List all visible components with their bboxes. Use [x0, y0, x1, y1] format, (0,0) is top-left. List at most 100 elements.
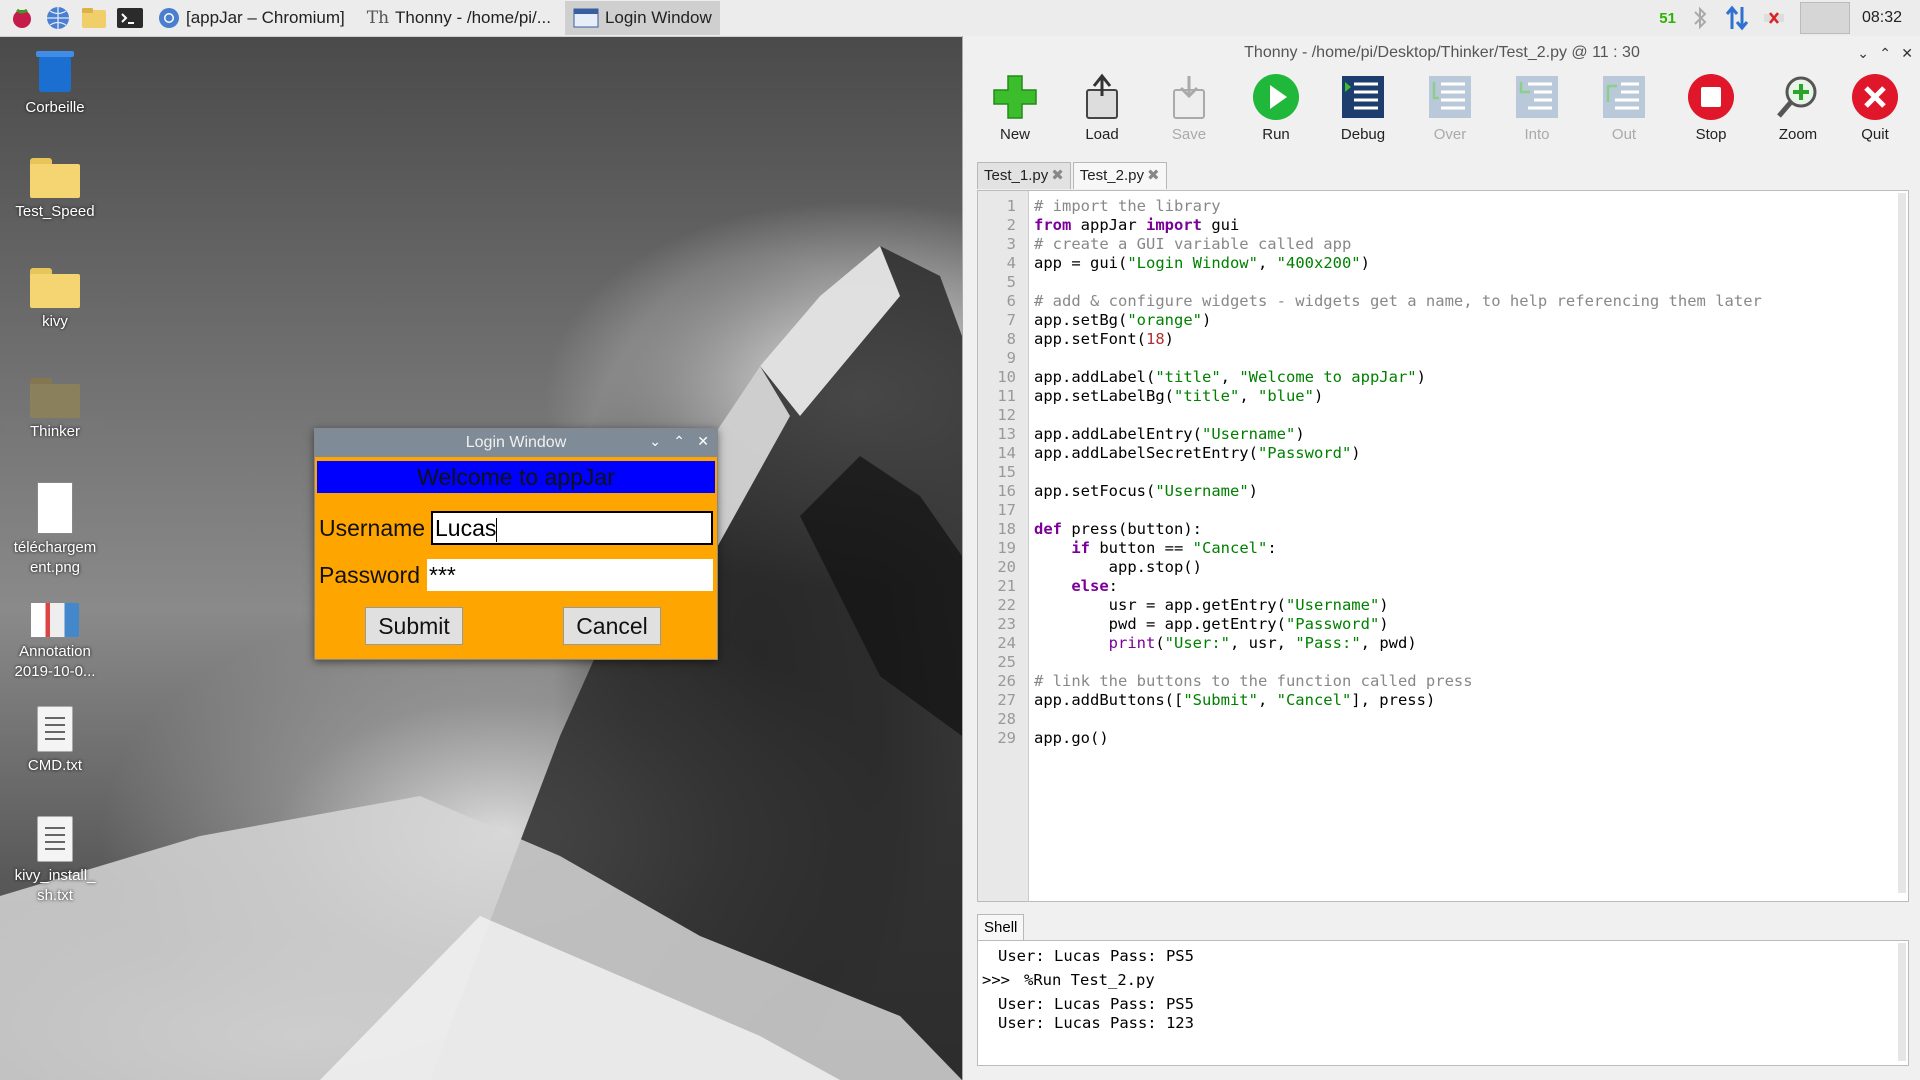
code-line[interactable]: pwd = app.getEntry("Password")	[1034, 615, 1389, 634]
tab-test-1[interactable]: Test_1.py ✖	[977, 162, 1071, 189]
tab-label: Test_2.py	[1079, 167, 1145, 184]
clock[interactable]: 08:32	[1862, 9, 1902, 27]
line-number: 7	[1006, 311, 1016, 329]
browser-launcher-icon[interactable]	[44, 4, 72, 32]
thonny-titlebar[interactable]: Thonny - /home/pi/Desktop/Thinker/Test_2…	[963, 36, 1920, 70]
code-line[interactable]: app.stop()	[1034, 558, 1202, 577]
run-button[interactable]: Run	[1236, 72, 1316, 143]
save-button[interactable]: Save	[1149, 72, 1229, 143]
code-line[interactable]: app.addLabelSecretEntry("Password")	[1034, 444, 1361, 463]
line-number: 23	[997, 615, 1016, 633]
tab-test-2[interactable]: Test_2.py ✖	[1072, 162, 1167, 189]
file-manager-icon[interactable]	[80, 4, 108, 32]
task-login-window[interactable]: Login Window	[564, 1, 720, 35]
line-number: 18	[997, 520, 1016, 538]
close-icon[interactable]: ✕	[697, 433, 709, 450]
step-out-button[interactable]: Out	[1584, 72, 1664, 143]
maximize-icon[interactable]: ⌃	[1879, 45, 1891, 62]
raspberry-menu-icon[interactable]	[8, 4, 36, 32]
desktop-icon-test-speed[interactable]: Test_Speed	[5, 158, 105, 222]
desktop-icon-trash[interactable]: Corbeille	[5, 48, 105, 118]
submit-button[interactable]: Submit	[365, 607, 463, 645]
desktop-icon-cmd-txt[interactable]: CMD.txt	[5, 706, 105, 776]
username-input[interactable]: Lucas	[431, 511, 713, 545]
shell-scrollbar[interactable]	[1898, 943, 1906, 1061]
code-line[interactable]: app.addLabel("title", "Welcome to appJar…	[1034, 368, 1426, 387]
load-button[interactable]: Load	[1062, 72, 1142, 143]
code-line[interactable]: app.setLabelBg("title", "blue")	[1034, 387, 1323, 406]
zoom-button[interactable]: Zoom	[1758, 72, 1838, 143]
code-line[interactable]: print("User:", usr, "Pass:", pwd)	[1034, 634, 1417, 653]
debug-button[interactable]: Debug	[1323, 72, 1403, 143]
shell-tab[interactable]: Shell	[977, 914, 1025, 941]
load-icon	[1086, 73, 1118, 119]
step-over-icon	[1429, 76, 1471, 118]
username-label: Username	[319, 515, 426, 541]
folder-icon	[30, 158, 80, 198]
save-label: Save	[1171, 126, 1207, 143]
taskbar: [appJar – Chromium] Th Thonny - /home/pi…	[0, 0, 1920, 37]
code-line[interactable]: app.addButtons(["Submit", "Cancel"], pre…	[1034, 691, 1435, 710]
code-line[interactable]: if button == "Cancel":	[1034, 539, 1276, 558]
code-line[interactable]: app = gui("Login Window", "400x200")	[1034, 254, 1370, 273]
step-over-button[interactable]: Over	[1410, 72, 1490, 143]
close-icon[interactable]: ✕	[1901, 45, 1913, 62]
desktop-icon-annotation[interactable]: Annotation 2019-10-0...	[5, 602, 105, 682]
maximize-icon[interactable]: ⌃	[673, 433, 685, 450]
stop-button[interactable]: Stop	[1671, 72, 1751, 143]
code-line[interactable]: app.setFont(18)	[1034, 330, 1174, 349]
close-tab-icon[interactable]: ✖	[1051, 167, 1064, 184]
line-number: 9	[1006, 349, 1016, 367]
cancel-button[interactable]: Cancel	[563, 607, 661, 645]
quit-button[interactable]: Quit	[1835, 72, 1915, 143]
code-line[interactable]: app.setBg("orange")	[1034, 311, 1211, 330]
code-line[interactable]: app.go()	[1034, 729, 1109, 748]
code-line[interactable]: # add & configure widgets - widgets get …	[1034, 292, 1762, 311]
new-label: New	[999, 126, 1030, 143]
desktop-icon-thinker[interactable]: Thinker	[5, 378, 105, 442]
desktop-icon-kivy[interactable]: kivy	[5, 268, 105, 332]
zoom-icon	[1777, 76, 1817, 118]
desktop-icon-kivy-install[interactable]: kivy_install_ sh.txt	[5, 816, 105, 906]
welcome-label: Welcome to appJar	[317, 461, 715, 493]
shell-panel[interactable]: User: Lucas Pass: PS5 >>> %Run Test_2.py…	[977, 940, 1909, 1066]
step-into-button[interactable]: Into	[1497, 72, 1577, 143]
terminal-icon[interactable]	[116, 4, 144, 32]
code-line[interactable]: from appJar import gui	[1034, 216, 1239, 235]
image-file-icon	[37, 482, 73, 534]
task-thonny[interactable]: Th Thonny - /home/pi/...	[359, 1, 559, 35]
shell-command: %Run Test_2.py	[1024, 971, 1155, 989]
step-over-label: Over	[1433, 126, 1467, 143]
network-icon[interactable]	[1724, 4, 1750, 32]
desktop-icon-label: kivy_install_ sh.txt	[14, 867, 96, 904]
shell-output-line: User: Lucas Pass: PS5	[998, 947, 1194, 965]
save-icon	[1173, 76, 1205, 119]
thonny-window: Thonny - /home/pi/Desktop/Thinker/Test_2…	[962, 36, 1920, 1080]
thonny-taskbar-icon: Th	[366, 8, 390, 28]
password-input[interactable]: ***	[427, 559, 713, 591]
desktop-icon-label: Test_Speed	[15, 203, 95, 220]
code-editor[interactable]: 1 # import the library 2 from appJar import…	[977, 190, 1909, 902]
minimize-icon[interactable]: ⌄	[1857, 45, 1869, 62]
code-line[interactable]: # import the library	[1034, 197, 1221, 216]
bluetooth-icon[interactable]	[1690, 5, 1710, 31]
desktop-icon-telechargement[interactable]: téléchargem ent.png	[5, 482, 105, 578]
new-button[interactable]: New	[975, 72, 1055, 143]
login-window-titlebar[interactable]: Login Window ⌄ ⌃ ✕	[315, 429, 717, 457]
close-tab-icon[interactable]: ✖	[1147, 167, 1160, 184]
code-line[interactable]: # link the buttons to the function calle…	[1034, 672, 1473, 691]
cpu-usage[interactable]: 51	[1659, 10, 1676, 27]
eject-drive-icon[interactable]	[1799, 2, 1850, 34]
volume-muted-icon[interactable]	[1762, 6, 1786, 30]
code-line[interactable]: else:	[1034, 577, 1118, 596]
code-line[interactable]: usr = app.getEntry("Username")	[1034, 596, 1389, 615]
code-line[interactable]: app.setFocus("Username")	[1034, 482, 1258, 501]
line-number: 22	[997, 596, 1016, 614]
code-line[interactable]: app.addLabelEntry("Username")	[1034, 425, 1305, 444]
task-thonny-label: Thonny - /home/pi/...	[395, 8, 551, 27]
task-chromium[interactable]: [appJar – Chromium]	[150, 1, 353, 35]
minimize-icon[interactable]: ⌄	[649, 433, 661, 450]
code-line[interactable]: # create a GUI variable called app	[1034, 235, 1351, 254]
editor-scrollbar[interactable]	[1898, 193, 1906, 893]
code-line[interactable]: def press(button):	[1034, 520, 1202, 539]
